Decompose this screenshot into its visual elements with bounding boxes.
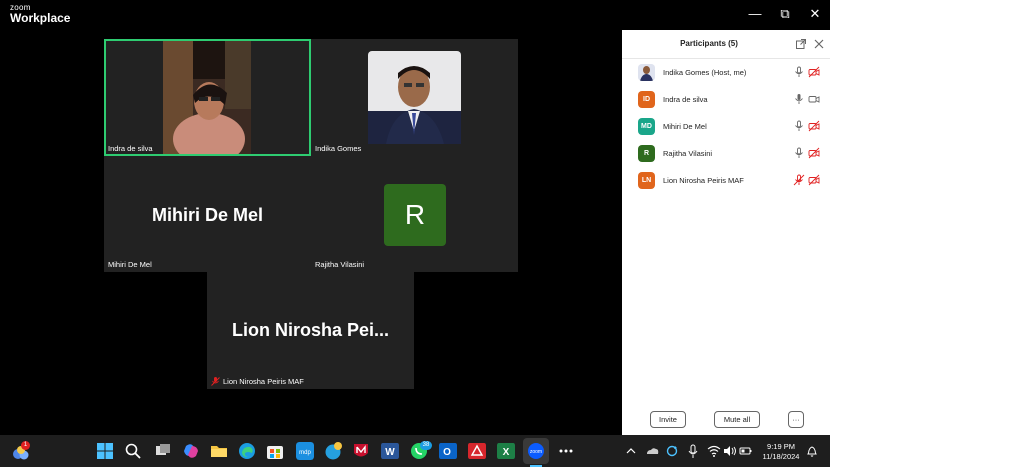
- whatsapp-beta-icon[interactable]: [324, 442, 342, 460]
- zoom-meeting-window: zoom Workplace — ⧉ ✕ Indra de silva Indi…: [0, 0, 830, 435]
- taskbar: 1 mdp W 38 O X zoom 9:19 PM 11/18/2024: [0, 435, 830, 467]
- clock-date[interactable]: 11/18/2024: [758, 452, 804, 462]
- copilot-icon[interactable]: [182, 442, 200, 460]
- svg-text:zoom: zoom: [530, 449, 542, 455]
- more-apps-icon[interactable]: [557, 442, 575, 460]
- video-tile-mihiri[interactable]: Mihiri De Mel Mihiri De Mel: [104, 156, 311, 272]
- video-off-icon[interactable]: [808, 120, 820, 132]
- edge-icon[interactable]: [238, 442, 256, 460]
- acrobat-icon[interactable]: [468, 442, 486, 460]
- invite-button[interactable]: Invite: [650, 411, 686, 428]
- avatar: MD: [638, 118, 655, 135]
- video-tile-lion-nirosha[interactable]: Lion Nirosha Pei... Lion Nirosha Peiris …: [207, 272, 414, 389]
- participants-title: Participants (5): [680, 39, 738, 48]
- svg-text:O: O: [443, 447, 451, 458]
- avatar: LN: [638, 172, 655, 189]
- video-off-icon[interactable]: [808, 66, 820, 78]
- zoom-icon[interactable]: zoom: [527, 442, 545, 460]
- mic-icon[interactable]: [793, 66, 805, 78]
- sync-icon[interactable]: [665, 442, 683, 460]
- video-tile-rajitha[interactable]: R Rajitha Vilasini: [311, 156, 518, 272]
- participants-header: Participants (5): [622, 30, 830, 59]
- participant-row[interactable]: LN Lion Nirosha Peiris MAF: [622, 170, 830, 192]
- tile-name-label: Lion Nirosha Peiris MAF: [223, 377, 304, 386]
- mic-icon[interactable]: [793, 120, 805, 132]
- participant-name: Indika Gomes (Host, me): [663, 68, 747, 77]
- minimize-button[interactable]: —: [744, 6, 766, 22]
- avatar: R: [638, 145, 655, 162]
- tile-name-label: Indika Gomes: [315, 144, 362, 153]
- mic-icon[interactable]: [793, 93, 805, 105]
- svg-text:W: W: [385, 447, 395, 458]
- task-view-icon[interactable]: [154, 442, 172, 460]
- video-off-icon[interactable]: [808, 174, 820, 186]
- participant-row[interactable]: Indika Gomes (Host, me): [622, 62, 830, 84]
- participant-row[interactable]: R Rajitha Vilasini: [622, 143, 830, 165]
- participant-name: Lion Nirosha Peiris MAF: [663, 176, 744, 185]
- close-button[interactable]: ✕: [804, 6, 826, 22]
- participant-name: Indra de silva: [663, 95, 708, 104]
- video-icon[interactable]: [808, 93, 820, 105]
- restore-button[interactable]: ⧉: [774, 6, 796, 22]
- participant-name: Rajitha Vilasini: [663, 149, 713, 158]
- notifications-bell-icon[interactable]: [806, 442, 824, 460]
- active-speaker-border: [104, 39, 311, 156]
- participant-name: Mihiri De Mel: [663, 122, 707, 131]
- file-explorer-icon[interactable]: [210, 442, 228, 460]
- mdp-app-icon[interactable]: mdp: [296, 442, 314, 460]
- windows-start-icon[interactable]: [96, 442, 114, 460]
- word-icon[interactable]: W: [381, 442, 399, 460]
- svg-text:mdp: mdp: [299, 450, 311, 456]
- participant-video-image: [368, 51, 461, 144]
- search-icon[interactable]: [124, 442, 142, 460]
- tile-name-label: Mihiri De Mel: [108, 260, 152, 269]
- more-options-button[interactable]: ···: [788, 411, 804, 428]
- notification-badge: 38: [420, 441, 432, 450]
- participant-row[interactable]: ID Indra de silva: [622, 89, 830, 111]
- store-icon[interactable]: [266, 442, 284, 460]
- onedrive-icon[interactable]: [645, 442, 663, 460]
- avatar: ID: [638, 91, 655, 108]
- excel-icon[interactable]: X: [497, 442, 515, 460]
- mic-icon[interactable]: [793, 147, 805, 159]
- clock-time[interactable]: 9:19 PM: [760, 442, 802, 452]
- muted-mic-icon: [211, 377, 220, 386]
- tile-name-label: Indra de silva: [108, 144, 153, 153]
- video-tile-indra[interactable]: Indra de silva: [104, 39, 311, 156]
- participant-row[interactable]: MD Mihiri De Mel: [622, 116, 830, 138]
- pop-out-icon[interactable]: [796, 39, 806, 49]
- close-icon[interactable]: [814, 39, 824, 49]
- notification-badge: 1: [21, 441, 30, 450]
- mic-muted-icon[interactable]: [793, 174, 805, 186]
- participant-display-name: Lion Nirosha Pei...: [231, 320, 390, 340]
- svg-text:X: X: [503, 447, 510, 458]
- mcafee-icon[interactable]: [352, 442, 370, 460]
- participants-panel: Participants (5) Indika Gomes (Host, me): [622, 30, 830, 435]
- microphone-icon[interactable]: [687, 442, 705, 460]
- outlook-icon[interactable]: O: [439, 442, 457, 460]
- avatar: [638, 64, 655, 81]
- mute-all-button[interactable]: Mute all: [714, 411, 760, 428]
- chevron-up-icon[interactable]: [625, 442, 643, 460]
- tile-name-label: Rajitha Vilasini: [315, 260, 365, 269]
- avatar: R: [384, 184, 446, 246]
- video-off-icon[interactable]: [808, 147, 820, 159]
- app-title: Workplace: [10, 11, 71, 25]
- participant-display-name: Mihiri De Mel: [151, 205, 263, 225]
- title-bar: zoom Workplace — ⧉ ✕: [0, 0, 830, 30]
- battery-icon[interactable]: [739, 442, 757, 460]
- video-tile-indika[interactable]: Indika Gomes: [311, 39, 518, 156]
